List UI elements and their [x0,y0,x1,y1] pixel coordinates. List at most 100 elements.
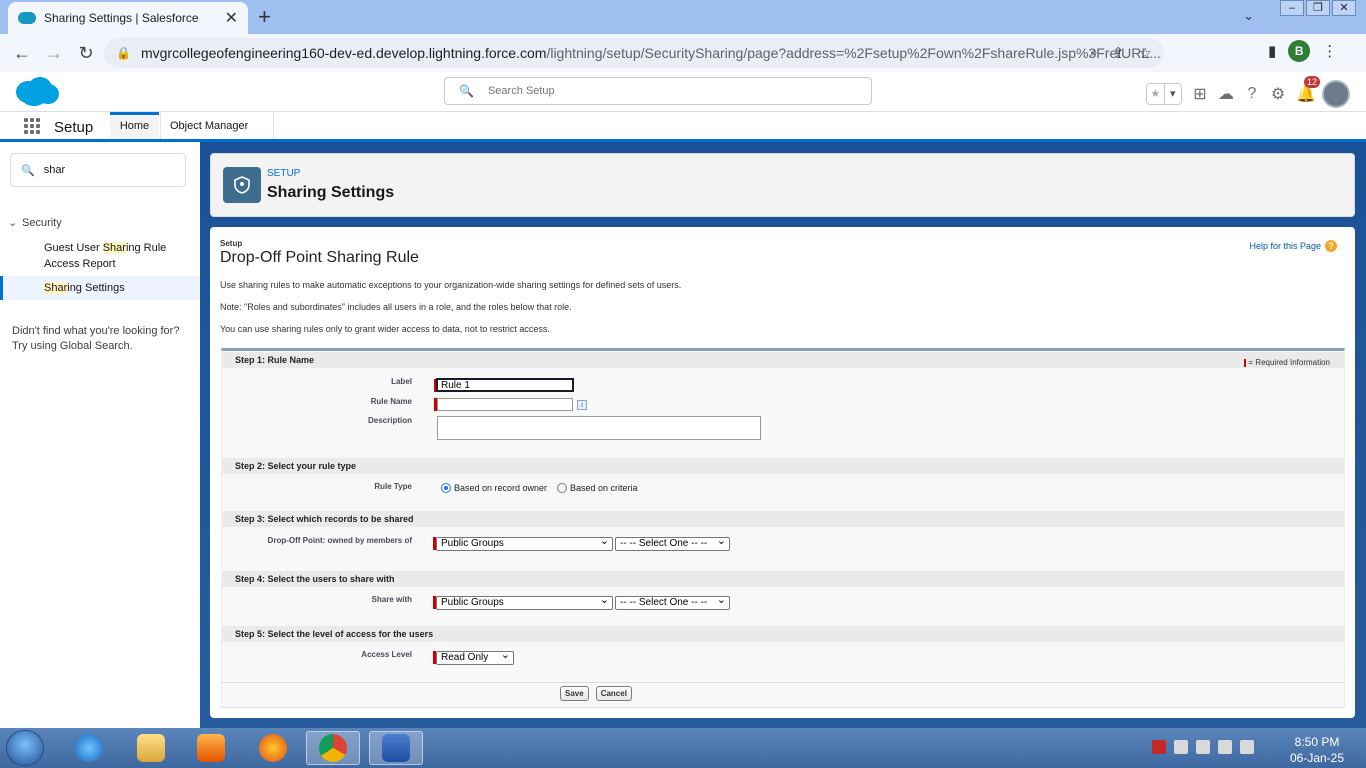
rule-type-field-label: Rule Type [374,482,412,491]
tools-tray-icon[interactable] [1174,740,1188,754]
url-text: mvgrcollegeofengineering160-dev-ed.devel… [140,45,1161,61]
app-name: Setup [54,119,94,136]
quick-find-input[interactable]: 🔍 shar [10,153,186,187]
global-search-hint: Didn't find what you're looking for? Try… [12,325,180,352]
minimize-icon[interactable]: – [1280,0,1304,16]
favorites-star-icon[interactable]: ★ [1147,84,1164,104]
zoom-icon[interactable]: ⌕ [1090,44,1098,62]
required-info-legend: = Required Information [1244,355,1330,371]
owned-by-group-select[interactable]: -- -- Select One -- -- [615,535,730,551]
rule-name-input[interactable] [437,398,573,411]
page-header: SETUP Sharing Settings [210,153,1355,217]
tree-section-security[interactable]: ⌄ Security [8,216,62,229]
file-explorer-icon[interactable] [124,731,178,765]
help-link[interactable]: Help for this Page? [1249,240,1337,252]
form-divider [222,682,1344,683]
description-line-3: You can use sharing rules only to grant … [220,324,550,334]
access-level-select[interactable]: Read Only [436,649,514,665]
taskbar-clock[interactable]: 8:50 PM 06-Jan-25 [1282,734,1352,766]
step-2-header: Step 2: Select your rule type [222,458,1344,474]
flag-tray-icon[interactable] [1196,740,1210,754]
description-field-label: Description [367,416,412,425]
sidebar-item-guest-user-sharing-report[interactable]: Guest User Sharing Rule Access Report [44,240,192,272]
back-icon[interactable]: ← [6,43,38,64]
internet-explorer-icon[interactable] [62,731,116,765]
step-5-header: Step 5: Select the level of access for t… [222,626,1344,642]
tab-search-chevron-icon[interactable]: ⌄ [1243,8,1254,24]
window-close-icon[interactable]: ✕ [1332,0,1356,16]
sidebar-item-sharing-settings[interactable]: Sharing Settings [44,280,192,296]
media-player-icon[interactable] [184,731,238,765]
chrome-icon[interactable] [306,731,360,765]
step-1-header: Step 1: Rule Name = Required Information [222,352,1344,368]
firefox-icon[interactable] [246,731,300,765]
address-bar[interactable]: 🔒 mvgrcollegeofengineering160-dev-ed.dev… [104,38,1164,68]
network-tray-icon[interactable] [1218,740,1232,754]
chevron-down-icon[interactable]: ⌄ [8,216,22,229]
app-nav-bar: Setup Home Object Manager ⌄ [0,112,1366,160]
favorites-button[interactable]: ★ ▾ [1146,83,1182,105]
volume-muted-icon[interactable] [1240,740,1254,754]
main-content: Setup Drop-Off Point Sharing Rule Help f… [210,227,1355,718]
description-textarea[interactable] [437,416,761,440]
start-button-icon[interactable] [6,730,44,766]
share-with-group-select[interactable]: -- -- Select One -- -- [615,594,730,610]
cancel-button[interactable]: Cancel [595,686,632,701]
word-icon[interactable] [369,731,423,765]
new-tab-icon[interactable]: + [258,4,271,30]
notifications-bell-icon[interactable]: 🔔 12 [1296,76,1321,104]
label-field-label: Label [391,377,412,386]
radio-unchecked[interactable] [557,483,567,493]
content-setup-label: Setup [220,239,243,248]
tab-close-icon[interactable]: ✕ [225,8,238,28]
sharing-rule-form: Step 1: Rule Name = Required Information… [221,348,1345,708]
owned-by-type-select[interactable]: Public Groups [436,535,613,551]
tab-home[interactable]: Home [110,112,159,139]
bookmark-star-icon[interactable]: ☆ [1139,44,1152,62]
rule-name-field-label: Rule Name [370,397,412,406]
trailhead-icon[interactable]: ☁ [1218,84,1234,104]
search-placeholder: Search Setup [487,85,555,97]
browser-tab[interactable]: Sharing Settings | Salesforce ✕ [8,2,248,34]
forward-icon[interactable]: → [38,43,70,64]
share-with-field-label: Share with [371,595,412,604]
search-icon: 🔍 [459,84,474,98]
system-tray [1152,740,1254,754]
breadcrumb[interactable]: SETUP [267,168,300,179]
help-icon[interactable]: ? [1244,85,1260,103]
setup-gear-icon[interactable]: ⚙ [1270,84,1286,104]
help-question-icon[interactable]: ? [1325,240,1337,252]
favorites-chevron-icon[interactable]: ▾ [1163,84,1182,104]
radio-checked[interactable] [441,483,451,493]
profile-avatar[interactable]: B [1288,40,1311,62]
sharing-settings-icon [223,167,261,203]
info-icon[interactable]: i [577,400,587,410]
reload-icon[interactable]: ↻ [70,43,102,64]
side-panel-icon[interactable]: ▮ [1268,42,1276,60]
lock-icon: 🔒 [116,46,131,60]
page-title: Sharing Settings [267,184,395,201]
browser-menu-icon[interactable]: ⋮ [1322,42,1337,60]
label-input[interactable]: Rule 1 [436,378,574,392]
radio-based-on-owner[interactable]: Based on record owner [441,483,547,493]
search-icon: 🔍 [21,164,35,177]
salesforce-logo-icon[interactable] [12,74,60,108]
notification-badge: 12 [1304,76,1321,88]
global-actions-icon[interactable]: ⊞ [1192,84,1208,104]
share-icon[interactable]: ⇪ [1112,44,1125,62]
owned-by-field-label: Drop-Off Point: owned by members of [267,536,412,545]
description-line-1: Use sharing rules to make automatic exce… [220,280,682,290]
search-setup-input[interactable]: 🔍 Search Setup [444,77,872,105]
app-launcher-icon[interactable] [24,118,40,134]
user-avatar[interactable] [1322,80,1350,108]
save-button[interactable]: Save [560,686,589,701]
tab-object-manager[interactable]: Object Manager ⌄ [160,112,274,160]
restore-icon[interactable]: ❐ [1306,0,1330,16]
description-line-2: Note: "Roles and subordinates" includes … [220,302,572,312]
radio-based-on-criteria[interactable]: Based on criteria [557,483,638,493]
salesforce-favicon-icon [18,12,36,24]
acrobat-tray-icon[interactable] [1152,740,1166,754]
step-3-header: Step 3: Select which records to be share… [222,511,1344,527]
share-with-type-select[interactable]: Public Groups [436,594,613,610]
step-4-header: Step 4: Select the users to share with [222,571,1344,587]
